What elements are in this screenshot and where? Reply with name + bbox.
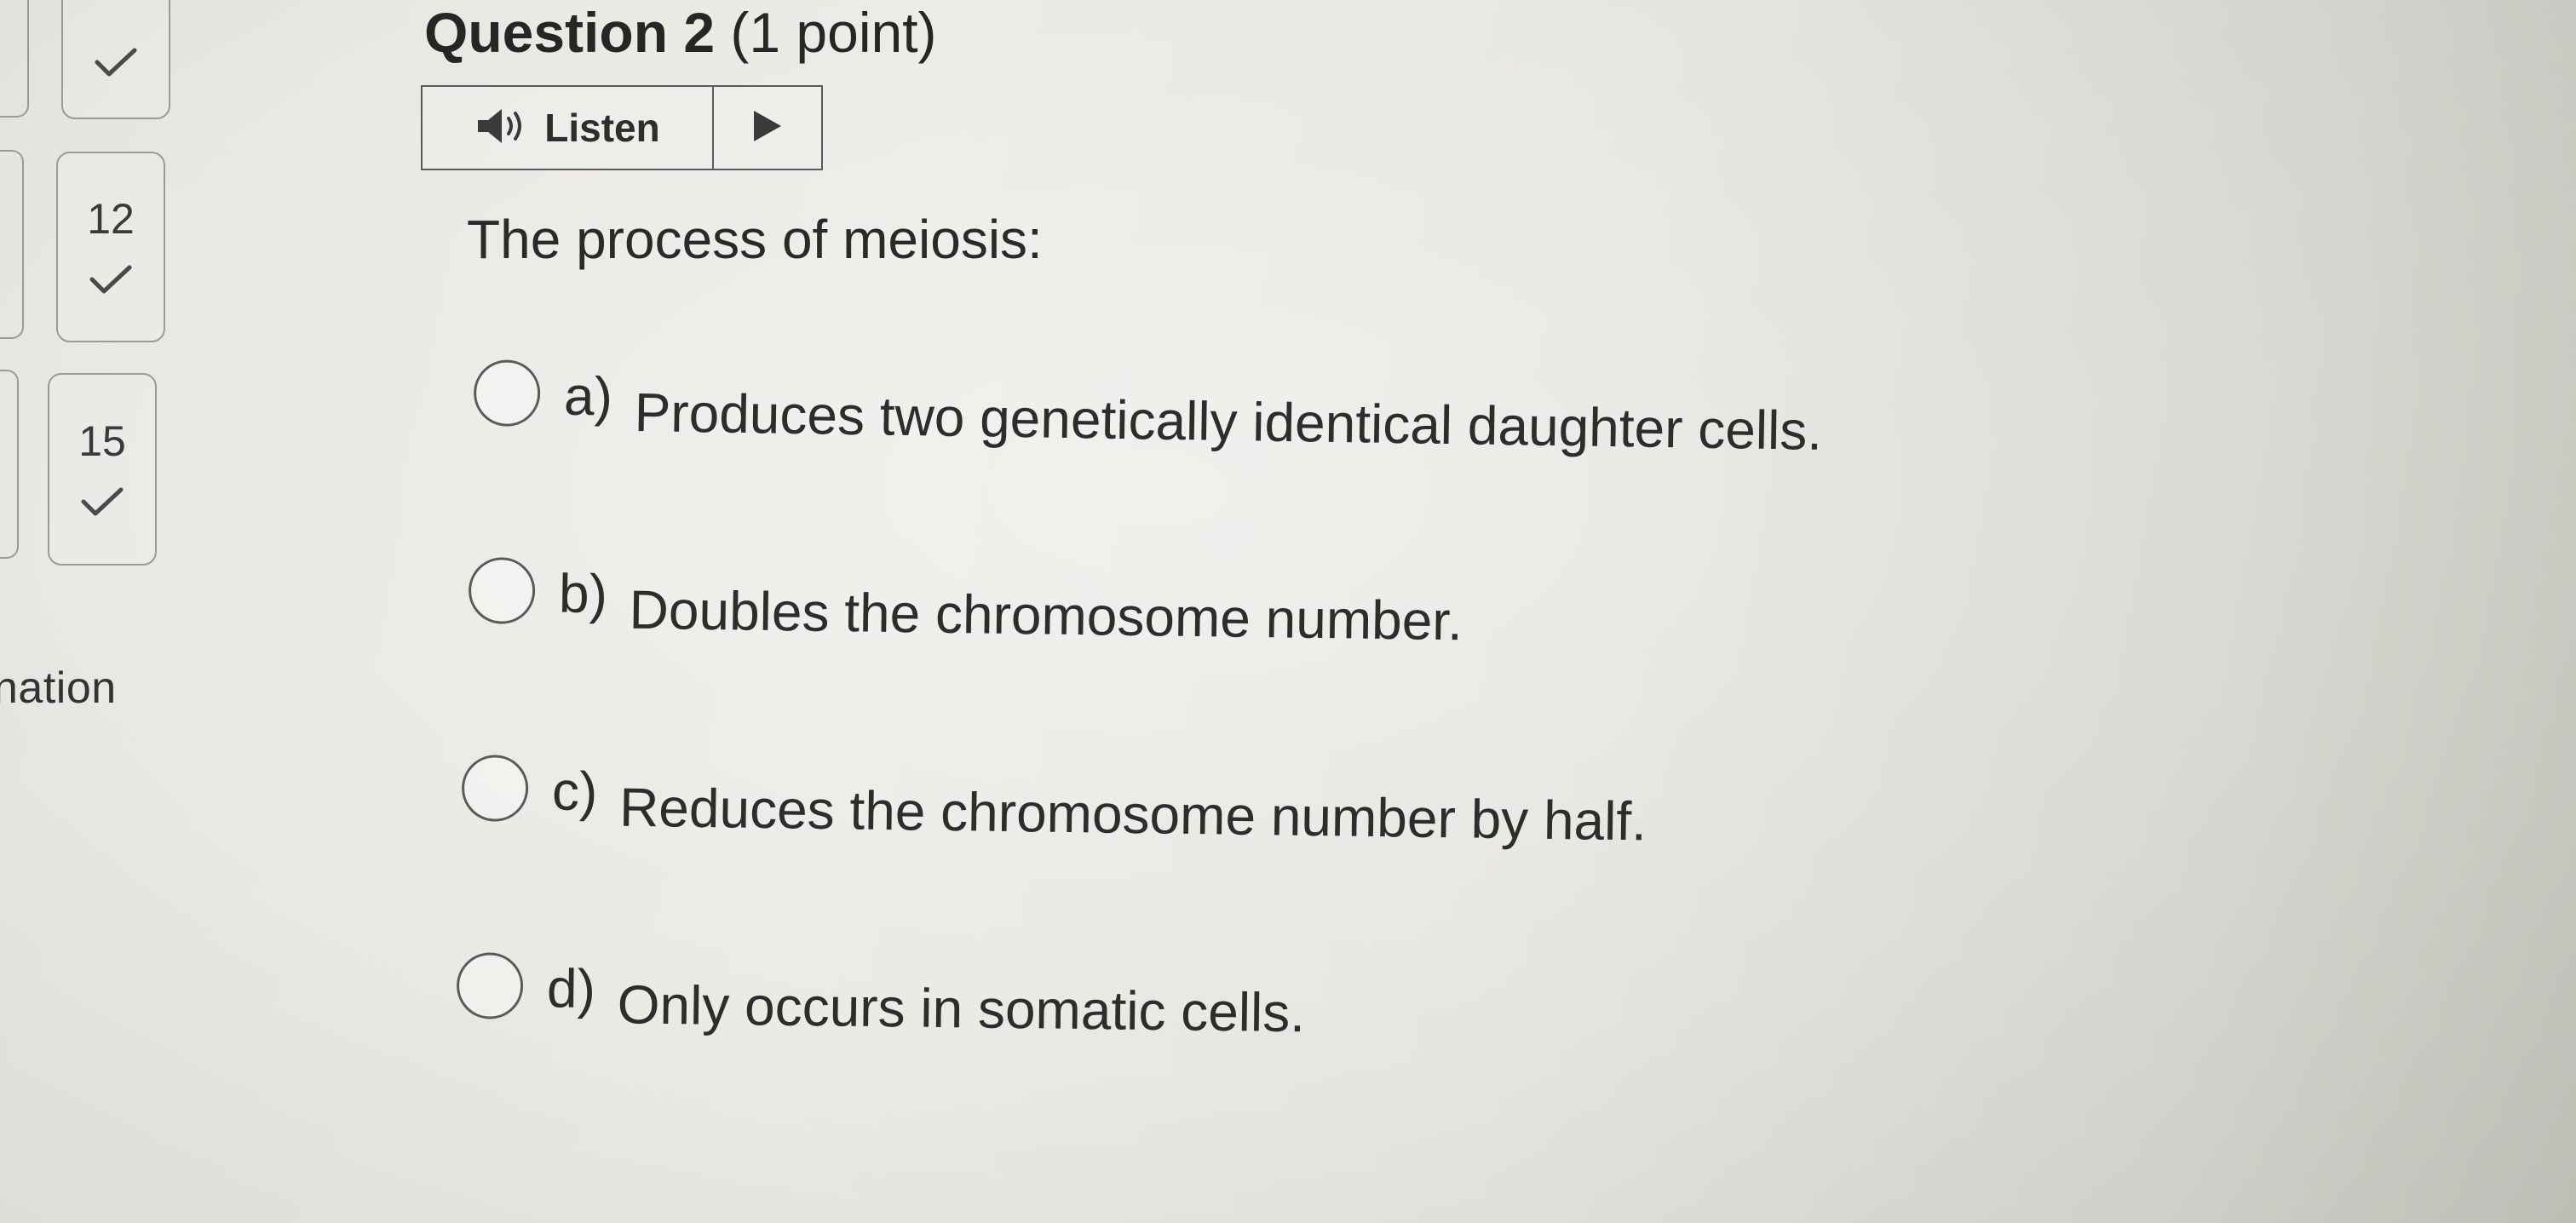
answer-option-a[interactable]: a) Produces two genetically identical da… [473,359,1823,462]
radio-button[interactable] [461,755,529,823]
radio-button[interactable] [456,952,524,1019]
option-text: Only occurs in somatic cells. [617,973,1306,1044]
option-letter: b) [558,562,608,625]
question-number: 15 [78,417,126,465]
checkmark-icon [89,262,133,296]
listen-widget: Listen [421,85,823,170]
speaker-icon [474,106,532,151]
question-nav-card[interactable]: 12 [56,152,165,342]
question-number: 12 [87,195,135,243]
option-letter: d) [546,957,596,1019]
play-button[interactable] [714,87,821,169]
nav-card-edge [0,370,19,559]
radio-button[interactable] [473,359,541,428]
question-nav-card[interactable] [61,0,170,119]
play-icon [750,108,785,148]
option-text: Produces two genetically identical daugh… [634,381,1823,462]
question-prompt: The process of meiosis: [467,209,1043,270]
answer-option-b[interactable]: b) Doubles the chromosome number. [468,557,1463,652]
option-text: Reduces the chromosome number by half. [618,776,1647,853]
listen-button[interactable]: Listen [423,87,714,169]
option-text: Doubles the chromosome number. [629,578,1463,652]
option-letter: a) [563,365,613,428]
answer-option-d[interactable]: d) Only occurs in somatic cells. [456,952,1305,1044]
question-nav-card[interactable]: 15 [48,373,157,566]
option-letter: c) [551,760,598,823]
nav-card-edge [0,0,29,118]
checkmark-icon [80,485,124,519]
checkmark-icon [94,45,138,79]
question-points: (1 point) [730,1,937,64]
listen-label: Listen [544,106,660,150]
answer-option-c[interactable]: c) Reduces the chromosome number by half… [461,755,1647,853]
radio-button[interactable] [468,557,536,625]
nav-card-edge [0,150,24,339]
question-title: Question 2 (1 point) [424,0,937,65]
question-number-label: Question 2 [424,1,716,64]
navigator-section-label: nation [0,663,117,713]
